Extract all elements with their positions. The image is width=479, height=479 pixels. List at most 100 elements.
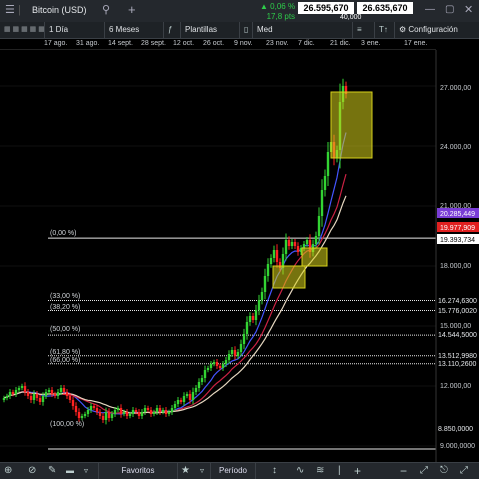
buy-price[interactable]: 26.635,670 — [357, 2, 413, 14]
collapse-icon-2[interactable]: ▿ — [200, 464, 204, 478]
date-label: 28 sept. — [141, 40, 166, 47]
wave-icon[interactable]: ∿ — [296, 464, 304, 478]
star-icon[interactable]: ★ — [181, 464, 190, 478]
pencil-icon[interactable]: ✎ — [48, 464, 56, 478]
date-label: 14 sept. — [108, 40, 133, 47]
candle-body — [140, 412, 144, 416]
candle-body — [272, 250, 276, 258]
candle-body — [185, 394, 189, 396]
date-label: 17 ene. — [404, 40, 428, 47]
price-tick: 15.000,00 — [440, 323, 471, 330]
candle-body — [143, 408, 147, 412]
candle-body — [188, 394, 192, 400]
candle-body — [302, 244, 306, 248]
close-icon[interactable]: ✕ — [464, 3, 473, 17]
zoom-out-icon[interactable]: − — [400, 464, 407, 478]
candle-body — [218, 366, 222, 368]
candle-body — [158, 408, 162, 412]
candle-body — [101, 416, 105, 420]
highlight-box[interactable] — [330, 91, 373, 159]
candle-body — [248, 316, 252, 322]
price-type-dropdown[interactable]: Med — [252, 22, 307, 38]
candle-body — [119, 408, 123, 414]
draw-tools-icon[interactable]: ≡ — [352, 22, 371, 38]
candle-body — [116, 408, 120, 410]
fit-icon[interactable]: ⤢ — [420, 464, 428, 478]
date-label: 31 ago. — [76, 40, 100, 47]
fib-value: 14.544,5000 — [438, 332, 477, 339]
candle-body — [20, 386, 24, 388]
highlight-box[interactable] — [272, 265, 306, 289]
candle-body — [161, 410, 165, 412]
candle-body — [128, 414, 132, 416]
maximize-icon[interactable]: ▢ — [445, 3, 454, 17]
candle-body — [212, 362, 216, 364]
candle-body — [227, 354, 231, 360]
candle-body — [122, 412, 126, 414]
text-tool-icon[interactable]: T↑ — [374, 22, 393, 38]
toolbar-spacer: ▦ ▦ ▦ ▦ ▦ — [4, 26, 45, 33]
candle-body — [287, 240, 291, 246]
candle-body — [71, 400, 75, 406]
candle-body — [296, 246, 300, 252]
favorites-button[interactable]: Favoritos — [98, 463, 178, 479]
candle-body — [149, 410, 153, 414]
expand-icon[interactable]: ⎋ — [440, 464, 448, 478]
candle-body — [170, 408, 174, 412]
menu-icon[interactable]: ☰ — [5, 3, 15, 17]
candle-body — [137, 412, 141, 416]
up-arrow-icon: ▲ — [260, 2, 268, 11]
candle-body — [251, 316, 255, 320]
crosshair-icon[interactable]: ⊕ — [4, 464, 12, 478]
candle-body — [206, 368, 210, 370]
candle-body — [176, 400, 180, 404]
fib-value: 16.274,6300 — [438, 298, 477, 305]
candle-body — [164, 410, 168, 414]
candle-body — [257, 300, 261, 310]
date-label: 21 dic. — [330, 40, 351, 47]
fullscreen-icon[interactable]: ⤢ — [460, 464, 468, 478]
chart-type-icon[interactable]: ≋ — [316, 464, 324, 478]
candle-body — [230, 350, 234, 354]
search-icon[interactable]: ⚲ — [102, 3, 110, 17]
candle-body — [203, 370, 207, 378]
candle-body — [5, 396, 9, 398]
date-axis: 17 ago. 31 ago. 14 sept. 28 sept. 12 oct… — [0, 39, 436, 50]
timeframe-dropdown[interactable]: 1 Día — [44, 22, 99, 38]
line-style-icon[interactable]: ▬ — [66, 464, 74, 478]
candle-body — [74, 406, 78, 412]
add-icon[interactable]: + — [128, 3, 136, 17]
templates-dropdown[interactable]: Plantillas — [180, 22, 239, 38]
templates-label: Plantillas — [185, 25, 218, 34]
minimize-icon[interactable]: — — [425, 3, 435, 17]
candle-body — [26, 392, 30, 396]
candle-body — [77, 412, 81, 418]
settings-label: Configuración — [408, 25, 458, 34]
date-label: 9 nov. — [234, 40, 253, 47]
drag-icon[interactable]: ↕ — [272, 464, 277, 478]
settings-button[interactable]: ⚙ Configuración — [394, 22, 479, 38]
fib-value: 13.512,9980 — [438, 353, 477, 360]
collapse-icon[interactable]: ▿ — [84, 464, 88, 478]
price-chart[interactable]: (0,00 %) (33,00 %) (38,20 %) (50,00 %) (… — [0, 50, 479, 462]
sell-price[interactable]: 26.595,670 — [298, 2, 354, 14]
candle-body — [182, 396, 186, 402]
range-dropdown[interactable]: 6 Meses — [104, 22, 164, 38]
candle-body — [155, 408, 159, 412]
candle-body — [242, 334, 246, 344]
zoom-in-icon[interactable]: + — [354, 464, 361, 478]
symbol-name[interactable]: Bitcoin (USD) — [32, 5, 87, 15]
candle-body — [35, 394, 39, 398]
highlight-box[interactable] — [301, 247, 328, 267]
candle-body — [236, 352, 240, 356]
candle-body — [53, 394, 57, 396]
period-button[interactable]: Período — [210, 463, 256, 479]
top-bar: ☰ | Bitcoin (USD) ⚲ + ▲ 0,06 % 17,8 pts … — [0, 0, 479, 23]
separator-icon: | — [338, 465, 341, 476]
candle-body — [89, 406, 93, 410]
no-draw-icon[interactable]: ⊘ — [28, 464, 36, 478]
date-label: 12 oct. — [173, 40, 195, 47]
fib-label-50: (50,00 %) — [50, 326, 80, 333]
divider: | — [18, 4, 21, 16]
candle-body — [47, 390, 51, 392]
